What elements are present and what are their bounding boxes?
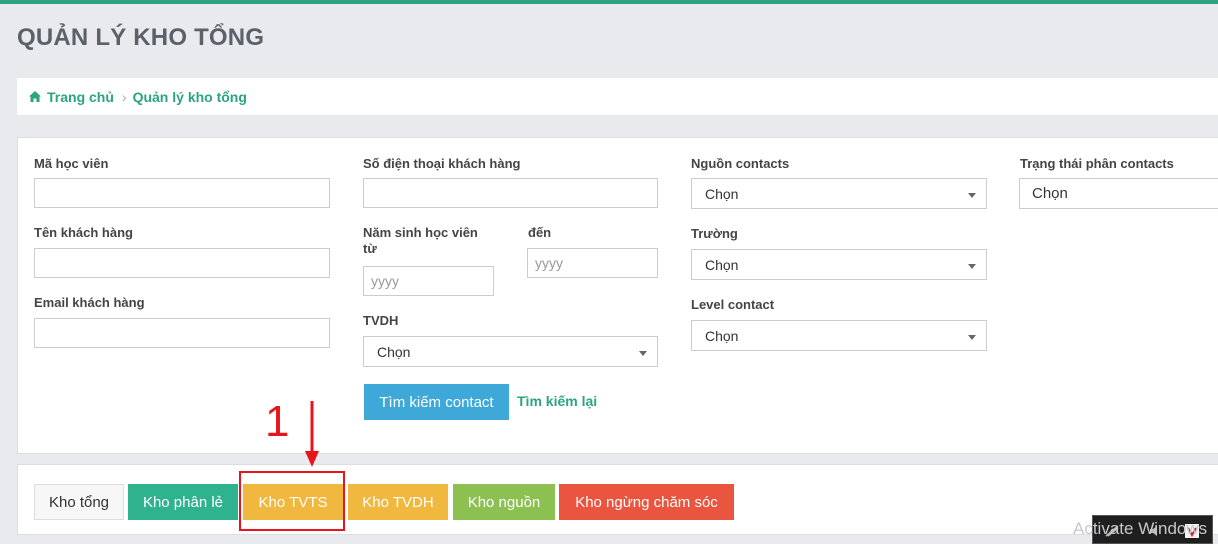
trang-thai-select[interactable]: Chọn xyxy=(1019,178,1218,209)
annotation-arrow-icon xyxy=(305,401,319,467)
search-contact-button[interactable]: Tìm kiếm contact xyxy=(364,384,509,420)
warehouse-tabs-panel: Kho tổng Kho phân lẻ Kho TVTS Kho TVDH K… xyxy=(17,464,1218,535)
breadcrumb-current[interactable]: Quản lý kho tổng xyxy=(133,89,247,105)
tvdh-selected-value: Chọn xyxy=(377,343,411,360)
nguon-contacts-label: Nguồn contacts xyxy=(691,156,790,171)
email-khach-hang-label: Email khách hàng xyxy=(34,295,145,310)
home-icon xyxy=(29,91,41,102)
ten-khach-hang-input[interactable] xyxy=(34,248,330,278)
breadcrumb-separator: › xyxy=(121,88,127,105)
nguon-contacts-selected-value: Chọn xyxy=(705,185,739,202)
search-filter-panel: Mã học viên Tên khách hàng Email khách h… xyxy=(17,137,1218,454)
page-title: QUẢN LÝ KHO TỔNG xyxy=(17,24,265,51)
so-dien-thoai-label: Số điện thoại khách hàng xyxy=(363,156,521,171)
reset-search-link[interactable]: Tìm kiếm lại xyxy=(517,393,597,409)
tab-kho-ngung-cham-soc[interactable]: Kho ngừng chăm sóc xyxy=(559,484,734,520)
nguon-contacts-select[interactable]: Chọn xyxy=(691,178,987,209)
breadcrumb: Trang chủ › Quản lý kho tổng xyxy=(17,78,1218,115)
ma-hoc-vien-label: Mã học viên xyxy=(34,156,109,171)
tab-kho-nguon[interactable]: Kho nguồn xyxy=(453,484,555,520)
top-accent-bar xyxy=(0,0,1218,4)
truong-label: Trường xyxy=(691,226,738,241)
tvdh-select[interactable]: Chọn xyxy=(363,336,658,367)
chevron-down-icon xyxy=(968,264,976,269)
nam-sinh-tu-input[interactable] xyxy=(363,266,494,296)
chevron-down-icon xyxy=(639,351,647,356)
trang-thai-selected-value: Chọn xyxy=(1032,185,1068,202)
activate-windows-watermark: Activate Windows xyxy=(1073,519,1208,538)
ma-hoc-vien-input[interactable] xyxy=(34,178,330,208)
truong-select[interactable]: Chọn xyxy=(691,249,987,280)
chevron-down-icon xyxy=(968,335,976,340)
tab-kho-phan-le[interactable]: Kho phân lẻ xyxy=(128,484,238,520)
nam-sinh-tu-label: Năm sinh học viên từ xyxy=(363,225,478,256)
annotation-highlight-box xyxy=(239,471,345,531)
chevron-down-icon xyxy=(968,193,976,198)
nam-sinh-den-label: đến xyxy=(528,225,552,240)
so-dien-thoai-input[interactable] xyxy=(363,178,658,208)
breadcrumb-home-link[interactable]: Trang chủ xyxy=(47,89,114,105)
tab-kho-tvdh[interactable]: Kho TVDH xyxy=(348,484,448,520)
level-contact-label: Level contact xyxy=(691,297,775,312)
ten-khach-hang-label: Tên khách hàng xyxy=(34,225,133,240)
email-khach-hang-input[interactable] xyxy=(34,318,330,348)
tab-kho-tong[interactable]: Kho tổng xyxy=(34,484,124,520)
nam-sinh-den-input[interactable] xyxy=(527,248,658,278)
tvdh-label: TVDH xyxy=(363,313,399,328)
truong-selected-value: Chọn xyxy=(705,256,739,273)
trang-thai-label: Trạng thái phân contacts xyxy=(1020,156,1174,171)
level-contact-selected-value: Chọn xyxy=(705,327,739,344)
level-contact-select[interactable]: Chọn xyxy=(691,320,987,351)
annotation-step-number: 1 xyxy=(265,397,290,446)
